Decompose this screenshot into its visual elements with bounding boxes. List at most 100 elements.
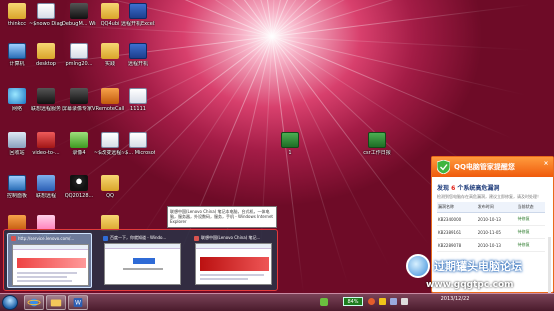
desktop-icon[interactable]: 屏幕录像专家V2012 <box>62 88 96 112</box>
app-icon <box>70 3 88 19</box>
vuln-status: 待修复 <box>516 238 545 252</box>
desktop-icon-label: 远程开机Excel表示例文件 <box>121 21 155 27</box>
ie-page-icon <box>194 235 199 241</box>
folder-icon <box>50 299 62 307</box>
vulnerability-description: 检测到您电脑存在高危漏洞，建议立即修复，请及时处理！ <box>437 194 541 199</box>
summary-prefix: 发现 <box>437 185 450 192</box>
taskbar-clock[interactable]: 2013/12/22 <box>440 296 470 303</box>
tray-notification-icon[interactable] <box>379 298 386 305</box>
vuln-status: 待修复 <box>516 225 545 239</box>
app-icon <box>70 88 88 104</box>
word-icon <box>129 43 147 59</box>
vulnerability-summary: 发现 6 个系统高危漏洞 <box>432 177 553 194</box>
desktop-icon-label: 联想远程 <box>35 193 56 199</box>
green-icon <box>70 132 88 148</box>
desktop-icon-label: 录像4 <box>72 150 86 156</box>
light-ray <box>271 36 349 286</box>
doc-icon <box>101 132 119 148</box>
vuln-name: KB2389161 <box>437 225 477 239</box>
pc-icon <box>8 43 26 59</box>
desktop-icon[interactable]: DebugM... Wink <box>62 3 96 27</box>
thumbnail-lenovo-service[interactable]: http://service.lenovo.com/... <box>7 233 92 288</box>
taskbar-ie-button[interactable] <box>24 295 44 310</box>
net-icon <box>8 88 26 104</box>
desktop-icon[interactable]: ~$nowo Diagnost... <box>29 3 63 27</box>
baidu-page-icon <box>103 235 108 241</box>
desktop-icon-label: ~$nowo Diagnost... <box>29 21 63 27</box>
doc-icon <box>37 3 55 19</box>
popup-header-title: QQ电脑管家提醒您 <box>454 163 515 171</box>
desktop-icon-label: pmIng20... <box>65 61 93 67</box>
desktop-icon[interactable]: 1 <box>273 132 307 156</box>
taskbar-explorer-button[interactable] <box>46 295 66 310</box>
desktop-icon[interactable]: csr工作日报 <box>360 132 394 156</box>
desktop-icon-label: ~$... Microsof... <box>121 150 155 156</box>
desktop-icon-label: csr工作日报 <box>363 150 391 156</box>
light-ray <box>271 36 512 139</box>
desktop-icon[interactable]: ~$... Microsof... <box>121 132 155 156</box>
taskbar-thumbnail-previews: http://service.lenovo.com/... 百度一下，你就知道 … <box>3 229 278 291</box>
forum-logo-icon <box>406 254 430 278</box>
tray-network-icon[interactable] <box>390 298 397 305</box>
desktop-icon[interactable]: 远程开机Excel表示例文件 <box>121 3 155 27</box>
battery-indicator[interactable]: 84% <box>343 297 363 306</box>
desktop-icon[interactable]: 11111 <box>121 88 155 112</box>
table-row[interactable]: KB2340000 2010-10-13 待修复 <box>437 212 545 226</box>
column-header: 漏洞名称 <box>437 202 477 213</box>
vuln-status: 待修复 <box>516 212 545 226</box>
taskbar-word-button[interactable]: W <box>68 295 88 310</box>
vulnerability-table: 漏洞名称 发布时间 当前状态 KB2340000 2010-10-13 待修复 KB… <box>437 202 545 252</box>
desktop-icon[interactable]: 录像4 <box>62 132 96 156</box>
desktop-icon[interactable]: pmIng20... <box>62 43 96 67</box>
system-tray <box>320 295 328 309</box>
thumbnail-title: 百度一下，你就知道 - Windo... <box>110 235 167 240</box>
bin-icon <box>8 132 26 148</box>
desktop-icon[interactable]: desktop <box>29 43 63 67</box>
qq-icon <box>70 175 88 191</box>
start-button[interactable] <box>2 295 18 310</box>
desktop-icon-label: desktop <box>36 61 56 67</box>
vuln-date: 2010-10-13 <box>476 238 517 252</box>
desktop-icon[interactable]: video-to-... <box>29 132 63 156</box>
watermark-url: www.gqgtpc.com <box>426 280 514 290</box>
window-title-tooltip: 联想中国(Lenovo China) 笔记本电脑，台式机，一体电脑，服务器，外设… <box>167 206 277 228</box>
popup-header: QQ电脑管家提醒您 × <box>432 157 553 177</box>
desktop-icon[interactable]: QQ <box>93 175 127 199</box>
thumbnail-page-preview <box>12 244 89 286</box>
excel-icon <box>368 132 386 148</box>
word-icon <box>129 3 147 19</box>
close-icon[interactable]: × <box>542 160 550 168</box>
excel-icon <box>281 132 299 148</box>
tray-volume-icon[interactable] <box>401 298 408 305</box>
thumbnail-title: http://service.lenovo.com/... <box>18 236 75 241</box>
thumbnail-page-preview <box>104 243 181 285</box>
desktop-icon-label: 联想远程服务 <box>30 106 61 112</box>
thumbnail-page-preview <box>195 243 272 285</box>
thumbnail-title: 联想中国(Lenovo China) 笔记... <box>201 235 261 240</box>
desktop-icon-label: 屏幕录像专家V2012 <box>62 106 96 112</box>
desktop-icon[interactable]: 联想远程服务 <box>29 88 63 112</box>
desktop-icon-label: 1 <box>288 150 292 156</box>
column-header: 发布时间 <box>476 202 517 213</box>
desktop-icon-label: DebugM... Wink <box>62 21 96 27</box>
svg-text:W: W <box>75 300 81 307</box>
table-row[interactable]: KB2289078 2010-10-13 待修复 <box>437 238 545 252</box>
table-row[interactable]: KB2389161 2010-11-05 待修复 <box>437 225 545 239</box>
thumbnail-lenovo-china[interactable]: 联想中国(Lenovo China) 笔记... <box>191 233 276 288</box>
folder-icon <box>101 175 119 191</box>
word-icon: W <box>73 298 83 307</box>
desktop-icon-label: video-to-... <box>32 150 60 156</box>
ie-page-icon <box>11 236 16 241</box>
desktop-icon[interactable]: 远程开机 <box>121 43 155 67</box>
light-ray <box>271 4 531 37</box>
desktop-icon[interactable]: 联想远程 <box>29 175 63 199</box>
desktop-icon[interactable]: QQ20128... <box>62 175 96 199</box>
tray-security-icon[interactable] <box>368 298 375 305</box>
light-ray <box>271 36 532 51</box>
tray-app-icon[interactable] <box>320 298 328 306</box>
folder-icon <box>8 3 26 19</box>
shield-icon <box>437 160 450 174</box>
vuln-date: 2010-10-13 <box>476 212 517 226</box>
vuln-name: KB2340000 <box>437 212 477 226</box>
thumbnail-baidu[interactable]: 百度一下，你就知道 - Windo... <box>100 233 185 288</box>
